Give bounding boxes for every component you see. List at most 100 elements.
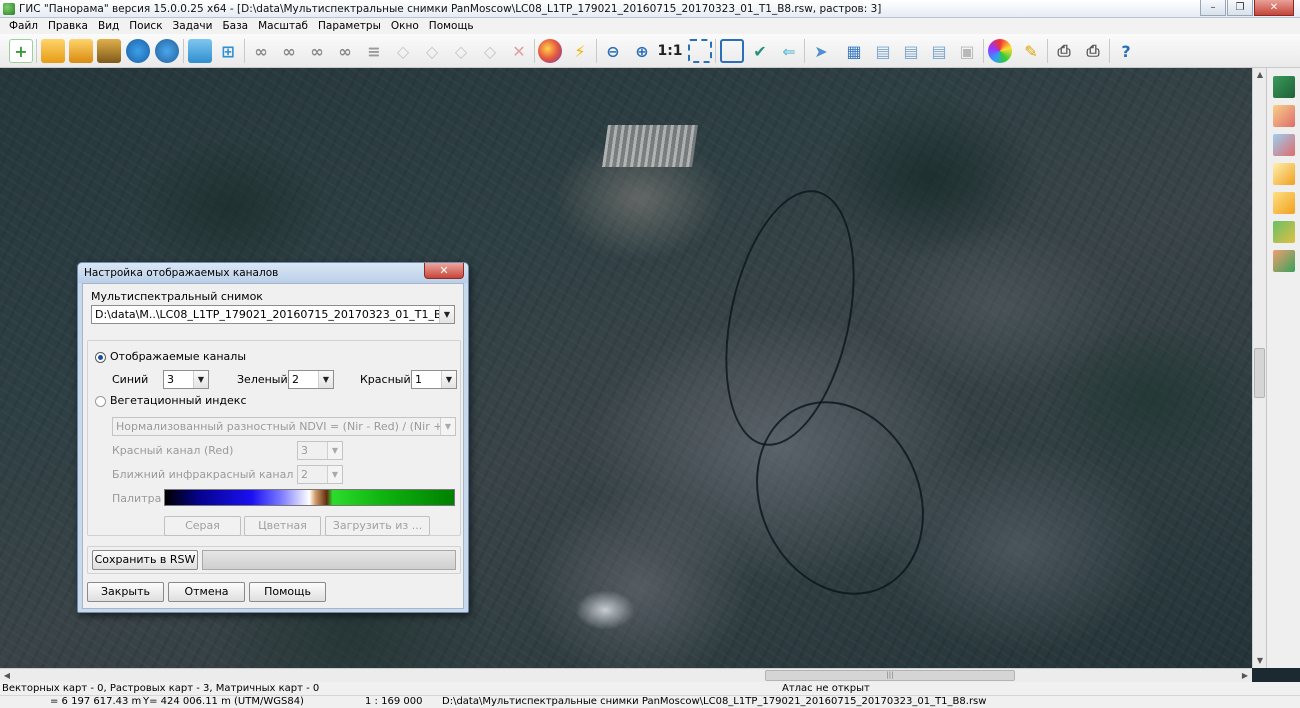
check-object-icon[interactable]: ◇ [478, 39, 502, 63]
map-object-icon[interactable]: ▦ [842, 39, 866, 63]
vegetation-radio[interactable] [95, 396, 106, 407]
cancel-button[interactable]: Отмена [168, 582, 245, 602]
database-icon[interactable] [97, 39, 121, 63]
toolbar-separator [534, 39, 535, 63]
scroll-up-icon[interactable]: ▲ [1253, 68, 1267, 82]
vegetation-index-select[interactable]: Нормализованный разностный NDVI = (Nir -… [112, 417, 456, 436]
red-band-label: Красный канал (Red) [112, 444, 234, 457]
zoom-in-icon[interactable]: ⊕ [630, 39, 654, 63]
green-channel-select[interactable]: 2 ▼ [288, 370, 334, 389]
help-pointer-icon[interactable]: ? [1114, 39, 1138, 63]
scroll-down-icon[interactable]: ▼ [1253, 654, 1267, 668]
channels-radio[interactable] [95, 352, 106, 363]
menu-parameters[interactable]: Параметры [318, 20, 381, 32]
binoculars-b-icon[interactable]: ∞ [305, 39, 329, 63]
panel-legend-2-icon[interactable] [1273, 134, 1295, 156]
document-icon[interactable]: ▣ [955, 39, 979, 63]
menu-tasks[interactable]: Задачи [173, 20, 213, 32]
save-progress-bar [202, 550, 456, 570]
binoculars-c-icon[interactable]: ∞ [333, 39, 357, 63]
close-button[interactable]: ✕ [1254, 0, 1294, 16]
list-icon[interactable]: ≡ [362, 39, 386, 63]
menu-scale[interactable]: Масштаб [258, 20, 308, 32]
globe-icon[interactable] [126, 39, 150, 63]
maximize-button[interactable]: ❐ [1227, 0, 1253, 16]
dialog-title[interactable]: Настройка отображаемых каналов [78, 263, 468, 283]
gray-palette-button[interactable]: Серая [164, 516, 241, 536]
panel-graph-icon[interactable] [1273, 163, 1295, 185]
image-file-select[interactable]: D:\data\M..\LC08_L1TP_179021_20160715_20… [91, 305, 455, 324]
print-2-icon[interactable]: ⎙ [1081, 39, 1105, 63]
red-band-select[interactable]: 3 ▼ [297, 441, 343, 460]
select-icon[interactable]: ◇ [391, 39, 415, 63]
check-icon[interactable]: ✔ [748, 39, 772, 63]
menu-database[interactable]: База [222, 20, 248, 32]
palette-label: Палитра [112, 492, 162, 505]
dialog-close-button[interactable]: ✕ [424, 263, 464, 279]
lightning-icon[interactable]: ⚡ [568, 39, 592, 63]
panel-map-icon[interactable] [1273, 76, 1295, 98]
load-palette-button[interactable]: Загрузить из ... [325, 516, 430, 536]
add-layer-icon[interactable]: ⊞ [216, 39, 240, 63]
palette-icon[interactable] [538, 39, 562, 63]
menu-edit[interactable]: Правка [48, 20, 88, 32]
delete-object-icon[interactable]: ✕ [507, 39, 531, 63]
color-wheel-icon[interactable] [988, 39, 1012, 63]
channels-group [87, 340, 461, 536]
panel-chart-icon[interactable] [1273, 192, 1295, 214]
toolbar-separator [983, 39, 984, 63]
fit-window-icon[interactable] [688, 39, 712, 63]
toolbar-separator [1109, 39, 1110, 63]
menu-file[interactable]: Файл [9, 20, 38, 32]
chevron-down-icon: ▼ [193, 371, 208, 388]
scroll-left-icon[interactable]: ◀ [0, 669, 14, 683]
back-arrow-icon[interactable]: ⇐ [777, 39, 801, 63]
vertical-scrollbar[interactable]: ▲ ▼ [1252, 68, 1266, 668]
layers-icon[interactable] [188, 39, 212, 63]
scroll-right-icon[interactable]: ▶ [1238, 669, 1252, 683]
right-tool-panel [1266, 68, 1300, 668]
add-point-icon[interactable]: ◇ [449, 39, 473, 63]
open-data-icon[interactable] [69, 39, 93, 63]
save-rsw-button[interactable]: Сохранить в RSW [92, 550, 198, 570]
chevron-down-icon: ▼ [440, 418, 455, 435]
edit-object-icon[interactable]: ◇ [420, 39, 444, 63]
pin-icon[interactable]: ✎ [1019, 39, 1043, 63]
minimize-button[interactable]: – [1200, 0, 1226, 16]
actual-size-icon[interactable]: 1:1 [657, 39, 682, 63]
zoom-out-icon[interactable]: ⊖ [601, 39, 625, 63]
vertical-scroll-thumb[interactable] [1254, 348, 1265, 398]
table-3-icon[interactable]: ▤ [927, 39, 951, 63]
channels-dialog: Настройка отображаемых каналов ✕ Мультис… [77, 262, 469, 613]
menu-view[interactable]: Вид [98, 20, 119, 32]
main-toolbar: + ⊞ ∞ ∞ ∞ ∞ ≡ ◇ ◇ ◇ ◇ ✕ ⚡ ⊖ ⊕ 1:1 ✔ ⇐ ➤ … [0, 34, 1300, 68]
new-map-icon[interactable]: + [9, 39, 33, 63]
panel-legend-icon[interactable] [1273, 105, 1295, 127]
panel-exchange-icon[interactable] [1273, 221, 1295, 243]
horizontal-scrollbar[interactable]: ◀ ||| ▶ [0, 668, 1252, 682]
menu-help[interactable]: Помощь [429, 20, 474, 32]
color-palette-button[interactable]: Цветная [244, 516, 321, 536]
channels-radio-label[interactable]: Отображаемые каналы [110, 350, 246, 363]
print-icon[interactable]: ⎙ [1052, 39, 1076, 63]
globe-doc-icon[interactable] [155, 39, 179, 63]
panel-exit-icon[interactable] [1273, 250, 1295, 272]
binoculars-icon[interactable]: ∞ [249, 39, 273, 63]
open-folder-icon[interactable] [41, 39, 65, 63]
frame-icon[interactable] [720, 39, 744, 63]
vegetation-radio-label[interactable]: Вегетационный индекс [110, 394, 247, 407]
menu-search[interactable]: Поиск [129, 20, 162, 32]
red-channel-select[interactable]: 1 ▼ [411, 370, 457, 389]
pointer-icon[interactable]: ➤ [809, 39, 833, 63]
help-button[interactable]: Помощь [249, 582, 326, 602]
table-2-icon[interactable]: ▤ [899, 39, 923, 63]
table-icon[interactable]: ▤ [871, 39, 895, 63]
menu-window[interactable]: Окно [391, 20, 419, 32]
nir-band-select[interactable]: 2 ▼ [297, 465, 343, 484]
binoculars-a-icon[interactable]: ∞ [277, 39, 301, 63]
blue-channel-select[interactable]: 3 ▼ [163, 370, 209, 389]
nir-band-label: Ближний инфракрасный канал (Nir) [112, 468, 322, 481]
dialog-body: Мультиспектральный снимок D:\data\M..\LC… [82, 283, 464, 609]
close-dialog-button[interactable]: Закрыть [87, 582, 164, 602]
horizontal-scroll-thumb[interactable]: ||| [765, 670, 1015, 681]
